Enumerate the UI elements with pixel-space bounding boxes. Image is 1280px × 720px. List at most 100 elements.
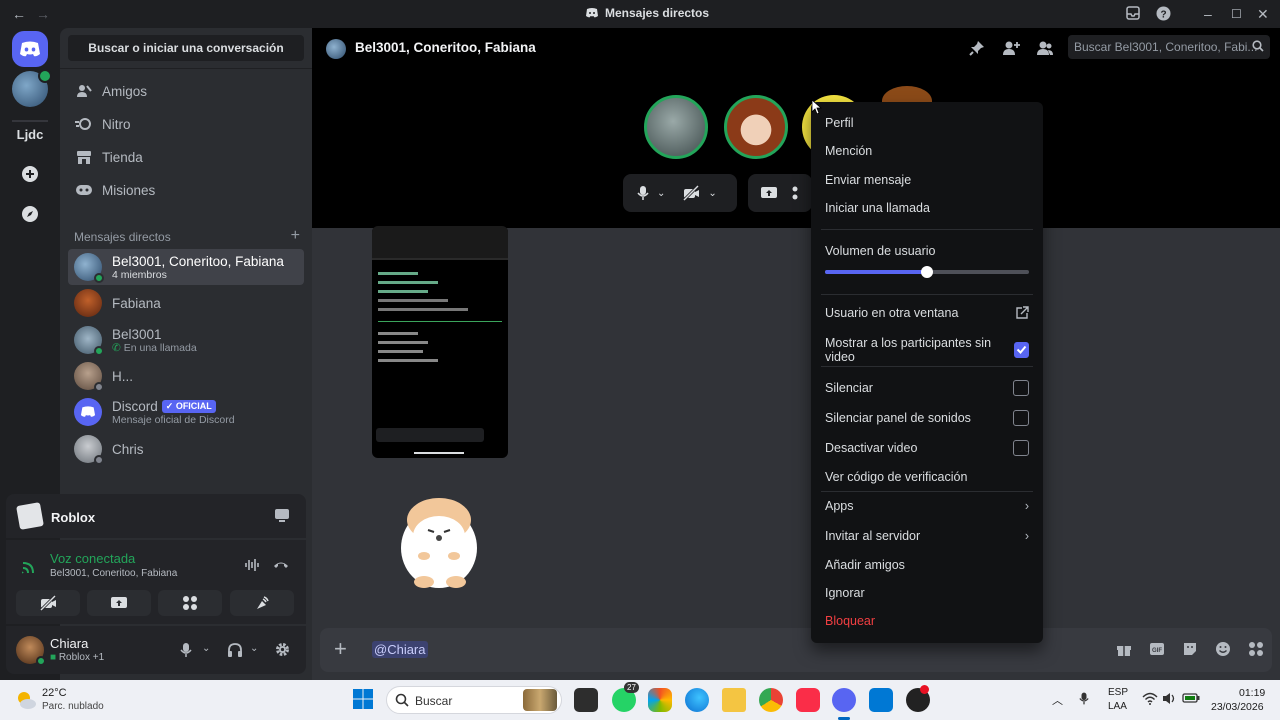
checkbox-show-non-video[interactable] [1013, 342, 1029, 358]
close-icon[interactable]: ✕ [1257, 6, 1269, 22]
menu-item-block[interactable]: Bloquear [825, 614, 1029, 628]
mic-options-chevron-icon[interactable]: ⌄ [202, 643, 210, 654]
soundboard-button[interactable] [230, 590, 294, 616]
camera-chevron-icon[interactable]: ⌄ [708, 188, 716, 199]
server-ljdc-button[interactable]: Ljdc [12, 116, 48, 152]
apps-icon[interactable] [1248, 641, 1264, 657]
camera-off-icon[interactable] [682, 185, 700, 201]
direct-messages-home-button[interactable] [12, 31, 48, 67]
back-arrow-icon[interactable]: ← [12, 6, 26, 22]
stream-game-icon[interactable] [274, 508, 290, 523]
chrome-icon[interactable] [759, 688, 783, 712]
disconnect-call-icon[interactable] [273, 559, 289, 571]
language-bottom[interactable]: LAA [1108, 701, 1127, 712]
checkbox-disable-video[interactable] [1013, 440, 1029, 456]
menu-item-apps[interactable]: Apps › [825, 499, 1029, 513]
participant-tile-seal[interactable] [644, 95, 708, 159]
audio-options-chevron-icon[interactable]: ⌄ [250, 643, 258, 654]
video-off-button[interactable] [16, 590, 80, 616]
menu-item-mention[interactable]: Mención [825, 144, 1029, 158]
dm-item-h[interactable]: H... [68, 358, 304, 394]
discover-compass-button[interactable] [12, 196, 48, 232]
menu-item-profile[interactable]: Perfil [825, 116, 1029, 130]
maximize-icon[interactable]: ☐ [1231, 6, 1242, 22]
mic-chevron-icon[interactable]: ⌄ [657, 188, 665, 199]
menu-item-send-message[interactable]: Enviar mensaje [825, 173, 1029, 187]
inbox-icon[interactable] [1126, 6, 1140, 20]
sidebar-item-amigos[interactable]: Amigos [68, 76, 304, 106]
clock-time[interactable]: 01:19 [1239, 687, 1265, 699]
menu-item-mute-soundboard[interactable]: Silenciar panel de sonidos [825, 410, 1029, 426]
menu-item-verification-code[interactable]: Ver código de verificación [825, 470, 1029, 484]
menu-item-start-call[interactable]: Iniciar una llamada [825, 201, 1029, 215]
noise-suppression-icon[interactable] [244, 558, 260, 572]
pin-icon[interactable] [969, 40, 985, 56]
activities-icon[interactable] [792, 185, 804, 201]
language-top[interactable]: ESP [1108, 687, 1128, 698]
search-input[interactable]: Buscar Bel3001, Coneritoo, Fabi... [1068, 35, 1270, 59]
share-screen-button[interactable] [87, 590, 151, 616]
participant-tile-anime[interactable] [724, 95, 788, 159]
sidebar-item-nitro[interactable]: Nitro [68, 109, 304, 139]
wifi-icon[interactable] [1142, 692, 1158, 705]
hamster-sticker[interactable] [394, 486, 480, 590]
find-conversation-button[interactable]: Buscar o iniciar una conversación [68, 35, 304, 61]
dm-item-bel3001[interactable]: Bel3001 ✆ En una llamada [68, 322, 304, 358]
menu-item-ignore[interactable]: Ignorar [825, 586, 1029, 600]
mention-chip[interactable]: @Chiara [372, 641, 428, 658]
edge-browser-icon[interactable] [685, 688, 709, 712]
group-dm-avatar-button[interactable] [12, 69, 52, 107]
gift-icon[interactable] [1116, 641, 1132, 657]
menu-item-mute[interactable]: Silenciar [825, 380, 1029, 396]
weather-desc[interactable]: Parc. nublado [42, 701, 104, 712]
recording-app-icon[interactable] [906, 685, 930, 712]
dm-item-chris[interactable]: Chris [68, 431, 304, 467]
attach-plus-icon[interactable]: + [334, 638, 347, 660]
taskbar-search-box[interactable]: Buscar [386, 686, 562, 714]
copilot-icon[interactable] [648, 688, 672, 712]
create-dm-plus-icon[interactable]: + [291, 228, 300, 244]
sidebar-item-tienda[interactable]: Tienda [68, 142, 304, 172]
message-composer[interactable]: + @Chiara GIF [320, 628, 1272, 672]
gif-icon[interactable]: GIF [1149, 641, 1165, 657]
blue-app-icon[interactable] [869, 688, 893, 712]
volume-icon[interactable] [1162, 692, 1177, 705]
menu-item-pop-out-user[interactable]: Usuario en otra ventana [825, 306, 1029, 320]
add-friends-to-dm-icon[interactable] [1002, 40, 1020, 56]
activities-button[interactable] [158, 590, 222, 616]
sidebar-item-misiones[interactable]: Misiones [68, 175, 304, 205]
checkbox-mute-soundboard[interactable] [1013, 410, 1029, 426]
voice-channel[interactable]: Bel3001, Coneritoo, Fabiana [50, 568, 177, 579]
battery-icon[interactable] [1182, 692, 1200, 704]
weather-temp[interactable]: 22°C [42, 687, 67, 699]
user-volume-slider[interactable] [825, 265, 1029, 279]
clock-date[interactable]: 23/03/2026 [1211, 701, 1264, 713]
forward-arrow-icon[interactable]: → [36, 6, 50, 22]
screen-share-icon[interactable] [760, 185, 778, 201]
slider-handle[interactable] [921, 266, 933, 278]
member-list-icon[interactable] [1036, 40, 1054, 56]
user-avatar[interactable] [16, 636, 46, 666]
task-view-icon[interactable] [574, 688, 598, 712]
help-icon[interactable]: ? [1156, 6, 1171, 21]
microphone-icon[interactable] [180, 642, 192, 658]
dm-item-group[interactable]: Bel3001, Coneritoo, Fabiana 4 miembros [68, 249, 304, 285]
music-app-icon[interactable] [796, 688, 820, 712]
discord-taskbar-icon[interactable] [832, 688, 856, 720]
file-explorer-icon[interactable] [722, 688, 746, 712]
headphones-icon[interactable] [227, 642, 243, 658]
whatsapp-icon[interactable]: 27 [612, 682, 639, 712]
tray-chevron-up-icon[interactable]: ︿ [1052, 692, 1063, 708]
add-server-button[interactable] [12, 156, 48, 192]
menu-item-disable-video[interactable]: Desactivar video [825, 440, 1029, 456]
windows-start-icon[interactable] [352, 688, 376, 712]
emoji-icon[interactable] [1215, 641, 1231, 657]
menu-item-add-friend[interactable]: Añadir amigos [825, 558, 1029, 572]
checkbox-mute[interactable] [1013, 380, 1029, 396]
tray-mic-icon[interactable] [1079, 691, 1089, 706]
menu-item-show-non-video[interactable]: Mostrar a los participantes sin video [825, 336, 1029, 364]
menu-item-invite-server[interactable]: Invitar al servidor › [825, 529, 1029, 543]
microphone-icon[interactable] [637, 185, 649, 201]
settings-gear-icon[interactable] [274, 641, 291, 658]
minimize-icon[interactable]: – [1204, 6, 1212, 22]
